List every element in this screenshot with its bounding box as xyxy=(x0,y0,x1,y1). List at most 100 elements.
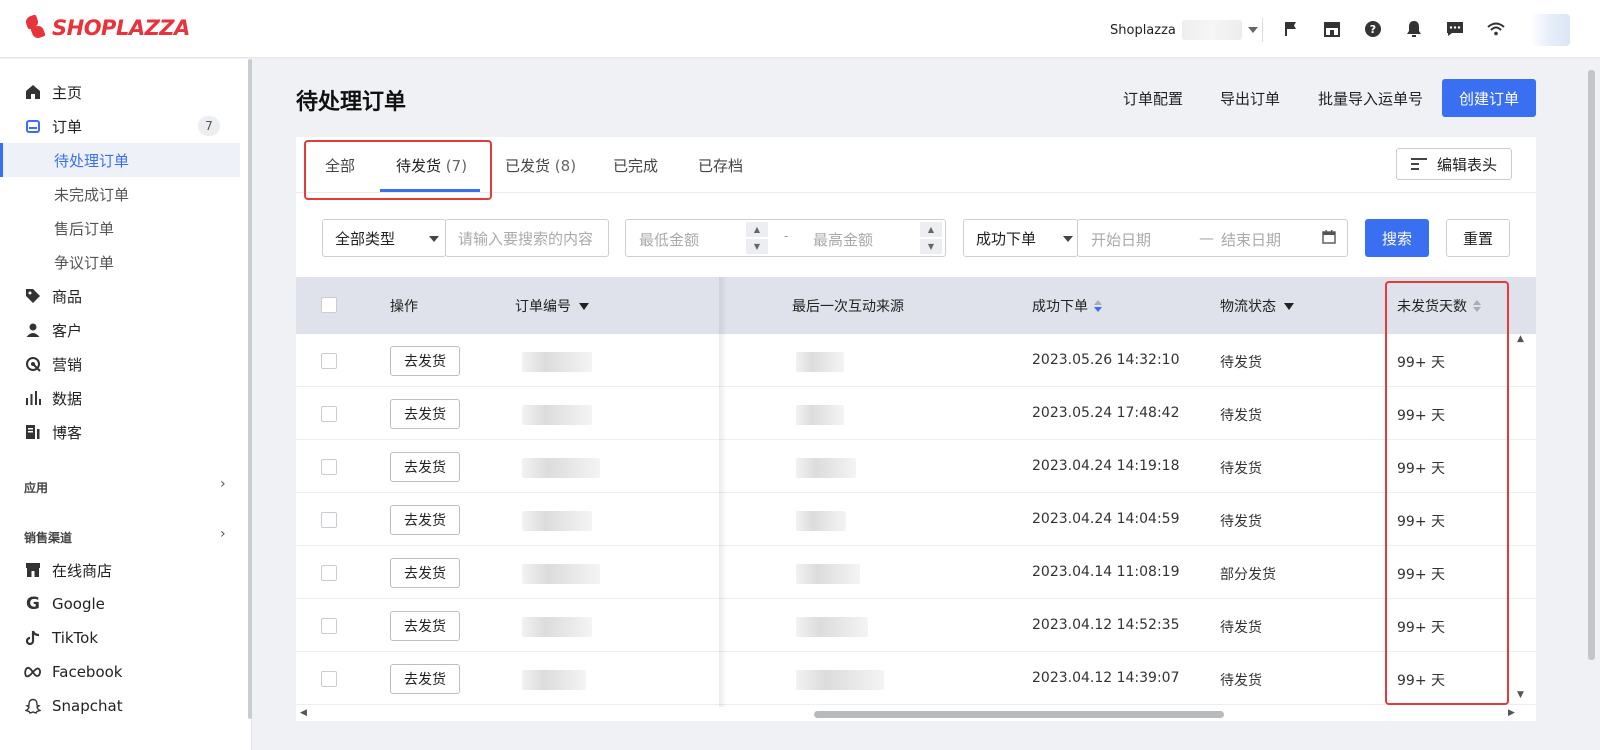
sidebar-scrollbar[interactable] xyxy=(248,59,252,719)
order-date: 2023.04.12 14:52:35 xyxy=(1032,617,1180,633)
sidebar-item-marketing[interactable]: 营销 xyxy=(0,347,240,381)
shoplazza-logo[interactable]: SHOPLAZZA xyxy=(24,14,190,42)
table-vertical-scrollbar[interactable]: ▲ ▼ xyxy=(1514,334,1528,707)
sidebar-item-products[interactable]: 商品 xyxy=(0,279,240,313)
sidebar-item-home[interactable]: 主页 xyxy=(0,75,240,109)
table-horizontal-scrollbar[interactable]: ◀ ▶ xyxy=(296,707,1515,721)
row-checkbox[interactable] xyxy=(321,512,337,528)
min-amount-input[interactable]: 最低金额 xyxy=(639,229,699,250)
scroll-right-icon[interactable]: ▶ xyxy=(1508,708,1515,718)
order-number-blurred[interactable] xyxy=(522,458,600,478)
edit-table-header-button[interactable]: 编辑表头 xyxy=(1396,148,1512,180)
scrollbar-thumb[interactable] xyxy=(814,711,1224,718)
search-button[interactable]: 搜索 xyxy=(1365,219,1429,257)
column-order-date[interactable]: 成功下单 xyxy=(1032,296,1102,316)
sidebar-item-orders[interactable]: 订单 7 xyxy=(0,109,240,143)
filter-dropdown-icon[interactable] xyxy=(1284,302,1294,310)
row-checkbox[interactable] xyxy=(321,565,337,581)
order-number-blurred[interactable] xyxy=(522,405,592,425)
row-checkbox[interactable] xyxy=(321,618,337,634)
table-row[interactable]: 去发货 2023.05.26 14:32:10 待发货 99+ 天 xyxy=(296,334,1536,387)
create-order-button[interactable]: 创建订单 xyxy=(1442,79,1536,117)
sidebar-item-disputed-orders[interactable]: 争议订单 xyxy=(0,245,240,279)
tab-archived[interactable]: 已存档 xyxy=(698,155,743,176)
table-row[interactable]: 去发货 2023.04.12 14:39:07 待发货 99+ 天 xyxy=(296,652,1536,705)
sidebar-item-analytics[interactable]: 数据 xyxy=(0,381,240,415)
min-amount-stepper[interactable]: ▲ ▼ xyxy=(746,222,768,254)
ship-button[interactable]: 去发货 xyxy=(390,399,460,429)
scroll-left-icon[interactable]: ◀ xyxy=(300,708,307,718)
sidebar-item-blog[interactable]: 博客 xyxy=(0,415,240,449)
sort-icon[interactable] xyxy=(1094,300,1102,312)
max-amount-input[interactable]: 最高金额 xyxy=(813,229,873,250)
scroll-down-icon[interactable]: ▼ xyxy=(1517,690,1524,700)
start-date-input[interactable]: 开始日期 xyxy=(1091,229,1151,250)
ship-button[interactable]: 去发货 xyxy=(390,452,460,482)
marketing-icon xyxy=(24,355,42,373)
ship-button[interactable]: 去发货 xyxy=(390,346,460,376)
order-type-select[interactable]: 全部类型 xyxy=(322,219,446,257)
flag-icon[interactable] xyxy=(1280,18,1302,40)
row-checkbox[interactable] xyxy=(321,406,337,422)
sidebar-item-tiktok[interactable]: TikTok xyxy=(0,621,240,655)
interaction-source-blurred xyxy=(796,458,856,478)
sidebar-item-online-store[interactable]: 在线商店 xyxy=(0,553,240,587)
tab-shipped[interactable]: 已发货 (8) xyxy=(505,155,576,176)
sidebar-item-unfinished-orders[interactable]: 未完成订单 xyxy=(0,177,240,211)
chevron-right-icon[interactable]: › xyxy=(220,476,226,492)
store-switcher[interactable]: Shoplazza xyxy=(1110,20,1258,40)
order-number-blurred[interactable] xyxy=(522,617,592,637)
sidebar-item-facebook[interactable]: Facebook xyxy=(0,655,240,689)
sidebar-item-label: 客户 xyxy=(52,321,83,340)
ship-button[interactable]: 去发货 xyxy=(390,558,460,588)
avatar[interactable] xyxy=(1530,14,1570,46)
row-checkbox[interactable] xyxy=(321,459,337,475)
brand-name: SHOPLAZZA xyxy=(52,16,190,40)
date-type-select[interactable]: 成功下单 xyxy=(963,219,1078,257)
end-date-input[interactable]: 结束日期 xyxy=(1221,229,1281,250)
wifi-icon[interactable] xyxy=(1485,18,1507,40)
ship-button[interactable]: 去发货 xyxy=(390,611,460,641)
order-number-blurred[interactable] xyxy=(522,564,600,584)
filter-dropdown-icon[interactable] xyxy=(579,302,589,310)
table-row[interactable]: 去发货 2023.05.24 17:48:42 待发货 99+ 天 xyxy=(296,387,1536,440)
table-row[interactable]: 去发货 2023.04.24 14:04:59 待发货 99+ 天 xyxy=(296,493,1536,546)
date-range-picker[interactable]: 开始日期 — 结束日期 xyxy=(1077,219,1348,257)
help-icon[interactable]: ? xyxy=(1362,18,1384,40)
column-logistics-status[interactable]: 物流状态 xyxy=(1220,296,1294,316)
store-icon[interactable] xyxy=(1321,18,1343,40)
sidebar-item-google[interactable]: G Google xyxy=(0,587,240,621)
order-number-blurred[interactable] xyxy=(522,511,592,531)
row-checkbox[interactable] xyxy=(321,353,337,369)
column-actions: 操作 xyxy=(390,299,418,315)
sidebar-item-pending-orders[interactable]: 待处理订单 xyxy=(0,143,240,177)
order-settings-button[interactable]: 订单配置 xyxy=(1123,88,1183,109)
table-row[interactable]: 去发货 2023.04.14 11:08:19 部分发货 99+ 天 xyxy=(296,546,1536,599)
table-row[interactable]: 去发货 2023.04.12 14:52:35 待发货 99+ 天 xyxy=(296,599,1536,652)
order-number-blurred[interactable] xyxy=(522,670,586,690)
column-order-number[interactable]: 订单编号 xyxy=(515,296,589,316)
ship-button[interactable]: 去发货 xyxy=(390,664,460,694)
sidebar-item-snapchat[interactable]: Snapchat xyxy=(0,689,240,723)
scroll-up-icon[interactable]: ▲ xyxy=(1517,334,1524,344)
tab-completed[interactable]: 已完成 xyxy=(613,155,658,176)
max-amount-stepper[interactable]: ▲ ▼ xyxy=(920,222,942,254)
ship-button[interactable]: 去发货 xyxy=(390,505,460,535)
chat-icon[interactable] xyxy=(1444,18,1466,40)
page-scrollbar[interactable] xyxy=(1588,70,1595,660)
sidebar-item-customers[interactable]: 客户 xyxy=(0,313,240,347)
sidebar-item-label: 数据 xyxy=(52,389,83,408)
export-orders-button[interactable]: 导出订单 xyxy=(1220,88,1280,109)
row-checkbox[interactable] xyxy=(321,671,337,687)
bell-icon[interactable] xyxy=(1403,18,1425,40)
chevron-down-icon xyxy=(1247,27,1258,33)
order-number-blurred[interactable] xyxy=(522,352,592,372)
select-all-checkbox[interactable] xyxy=(321,297,337,313)
sidebar-item-after-sales-orders[interactable]: 售后订单 xyxy=(0,211,240,245)
calendar-icon xyxy=(1322,230,1336,248)
chevron-right-icon[interactable]: › xyxy=(220,526,226,542)
search-input[interactable]: 请输入要搜索的内容 xyxy=(445,219,609,257)
table-row[interactable]: 去发货 2023.04.24 14:19:18 待发货 99+ 天 xyxy=(296,440,1536,493)
reset-button[interactable]: 重置 xyxy=(1446,219,1510,257)
bulk-import-tracking-button[interactable]: 批量导入运单号 xyxy=(1318,88,1423,109)
